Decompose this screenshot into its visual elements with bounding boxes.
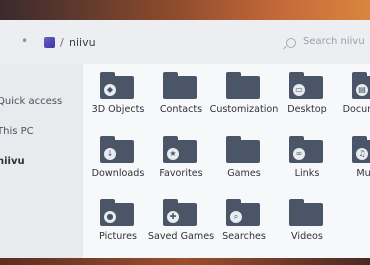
address-toolbar: › • / niivu xyxy=(0,20,370,64)
link-icon: ∞ xyxy=(293,148,305,160)
sidebar-item-this-pc[interactable]: This PC xyxy=(0,126,34,137)
folder-icon: ▤ xyxy=(352,72,370,99)
desktop-wallpaper-bottom xyxy=(0,258,370,265)
download-icon: ↓ xyxy=(104,148,116,160)
cube-icon: ◆ xyxy=(104,84,116,96)
folder-icon xyxy=(163,72,197,99)
monitor-icon: ▭ xyxy=(293,84,305,96)
folder-label: Favorites xyxy=(159,168,203,179)
folder-icon: ↓ xyxy=(100,136,134,163)
gamepad-icon: ✚ xyxy=(167,211,179,223)
folder-icon: ✚ xyxy=(163,199,197,226)
folder-label: Documents xyxy=(342,104,370,115)
folder-label: Pictures xyxy=(99,231,137,242)
folder-icon: ▭ xyxy=(289,72,323,99)
folder-icon: ⌕ xyxy=(226,199,260,226)
sidebar: Quick access This PC niivu xyxy=(0,64,83,258)
folder-label: Downloads xyxy=(91,168,145,179)
folder-label: Music xyxy=(356,168,370,179)
folder-label: Searches xyxy=(222,231,266,242)
folder-label: Desktop xyxy=(287,104,327,115)
search-icon: ⌕ xyxy=(230,211,242,223)
search-icon xyxy=(286,38,296,48)
folder-icon: ♫ xyxy=(352,136,370,163)
folder-icon: ◆ xyxy=(100,72,134,99)
folder-icon: ● xyxy=(100,199,134,226)
file-explorer-window: › • / niivu Quick access This PC niivu ◆… xyxy=(0,20,370,258)
folder-label: Links xyxy=(294,168,320,179)
folder-icon: ∞ xyxy=(289,136,323,163)
folder-label: Contacts xyxy=(159,104,203,115)
back-arrow-icon[interactable]: › xyxy=(0,36,1,51)
user-folder-icon xyxy=(44,37,55,48)
desktop-wallpaper-top xyxy=(0,0,370,20)
folder-label: Saved Games xyxy=(147,231,215,242)
folder-icon: ★ xyxy=(163,136,197,163)
star-icon: ★ xyxy=(167,148,179,160)
sidebar-item-niivu[interactable]: niivu xyxy=(0,156,25,167)
music-icon: ♫ xyxy=(356,148,368,160)
breadcrumb-current[interactable]: niivu xyxy=(69,36,96,49)
breadcrumb-separator: / xyxy=(60,36,64,49)
search-input[interactable] xyxy=(303,36,370,47)
folder-icon xyxy=(226,72,260,99)
folder-label: 3D Objects xyxy=(91,104,145,115)
palette-icon: ● xyxy=(104,211,116,223)
folder-icon xyxy=(226,136,260,163)
folder-icon xyxy=(289,199,323,226)
folder-grid: ◆ 3D Objects Contacts Customization ▭ Desktop… xyxy=(83,64,370,258)
folder-label: Games xyxy=(227,168,261,179)
folder-label: Videos xyxy=(291,231,323,242)
folder-label: Customization xyxy=(209,104,279,115)
document-icon: ▤ xyxy=(356,84,368,96)
sidebar-item-quick-access[interactable]: Quick access xyxy=(0,96,62,107)
dot-icon[interactable]: • xyxy=(21,34,28,48)
